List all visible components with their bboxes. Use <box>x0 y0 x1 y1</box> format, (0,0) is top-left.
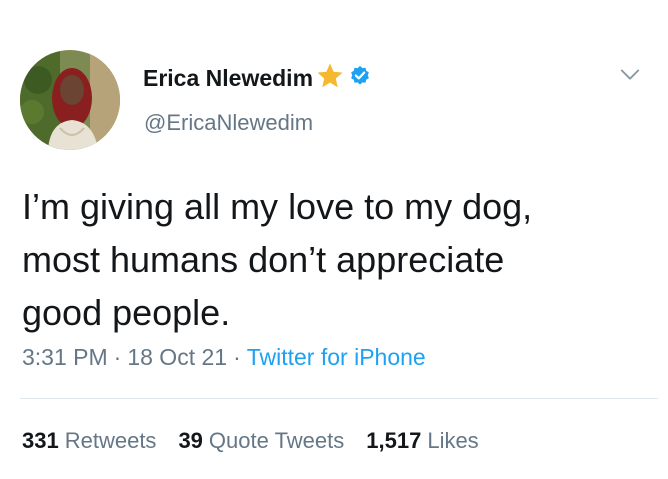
likes-stat[interactable]: 1,517 Likes <box>366 428 478 454</box>
tweet-metadata: 3:31 PM · 18 Oct 21 · Twitter for iPhone <box>22 344 426 371</box>
separator: · <box>233 344 241 370</box>
tweet-time[interactable]: 3:31 PM <box>22 344 108 370</box>
divider <box>20 398 658 399</box>
retweets-label: Retweets <box>64 428 157 453</box>
engagement-stats: 331 Retweets 39 Quote Tweets 1,517 Likes <box>22 428 501 454</box>
retweets-stat[interactable]: 331 Retweets <box>22 428 156 454</box>
likes-label: Likes <box>427 428 479 453</box>
tweet-source-link[interactable]: Twitter for iPhone <box>247 344 426 370</box>
tweet-date[interactable]: 18 Oct 21 <box>127 344 227 370</box>
retweets-count: 331 <box>22 428 59 453</box>
tweet-card: Erica Nlewedim @EricaNlewedim I’m giving… <box>0 0 668 479</box>
avatar[interactable] <box>20 50 120 150</box>
verified-badge-icon <box>349 65 371 92</box>
likes-count: 1,517 <box>366 428 422 453</box>
name-row: Erica Nlewedim <box>143 60 371 96</box>
separator: · <box>113 344 122 370</box>
star-icon <box>315 61 345 96</box>
quote-tweets-label: Quote Tweets <box>208 428 345 453</box>
display-name[interactable]: Erica Nlewedim <box>143 65 313 92</box>
avatar-image <box>20 50 120 150</box>
tweet-text: I’m giving all my love to my dog, most h… <box>22 186 533 333</box>
chevron-down-icon[interactable] <box>616 60 644 88</box>
quote-tweets-count: 39 <box>178 428 203 453</box>
user-handle[interactable]: @EricaNlewedim <box>144 110 313 136</box>
quote-tweets-stat[interactable]: 39 Quote Tweets <box>178 428 344 454</box>
